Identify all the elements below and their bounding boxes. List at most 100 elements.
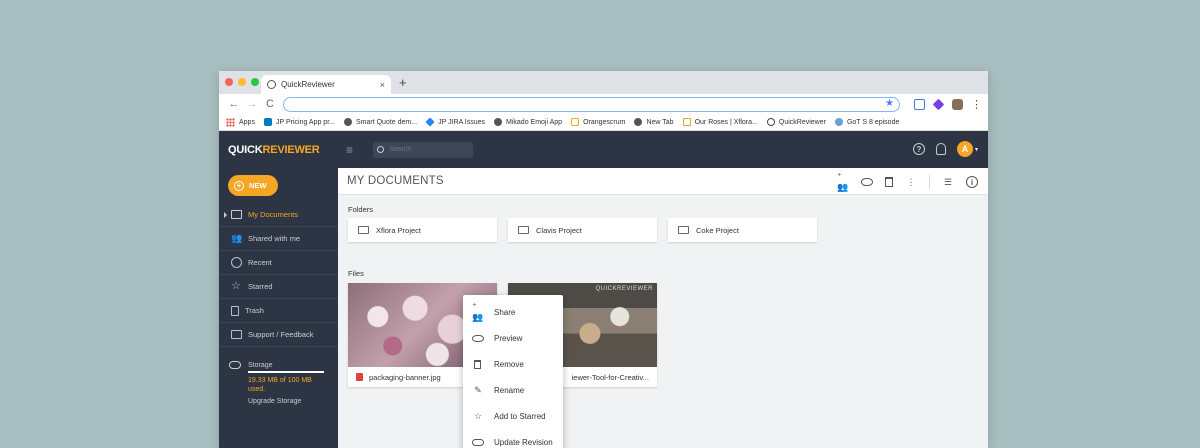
trash-icon[interactable] [885, 177, 893, 187]
user-menu-caret-icon[interactable]: ▾ [975, 146, 978, 153]
user-avatar[interactable]: A [956, 141, 973, 157]
more-vertical-icon[interactable]: ⋮ [905, 176, 917, 188]
folder-card[interactable]: Xflora Project [348, 218, 497, 242]
menu-toggle-icon[interactable]: ≡ [346, 143, 364, 157]
toolbar-actions: ⁺👥 ⋮ ☰ i [837, 171, 978, 192]
bookmark-star-icon[interactable]: ★ [885, 98, 894, 109]
search-input[interactable] [389, 146, 459, 153]
sidebar-item-trash[interactable]: Trash [219, 299, 338, 323]
sidebar-item-starred[interactable]: ☆ Starred [219, 275, 338, 299]
purple-extension-icon[interactable] [932, 98, 945, 110]
files-heading: Files [348, 269, 364, 278]
search-box[interactable] [373, 141, 473, 158]
menu-item-share[interactable]: ⁺👥 Share [463, 299, 563, 325]
browser-window: QuickReviewer × + ← → C ★ ⋮ Apps JP Pric… [219, 71, 988, 448]
browser-toolbar: ← → C ★ ⋮ [219, 94, 988, 114]
tab-strip: QuickReviewer × + [219, 71, 988, 94]
trash-icon [231, 305, 239, 316]
apps-grid-icon [226, 117, 235, 127]
globe-icon [343, 118, 352, 126]
upgrade-storage-link[interactable]: Upgrade Storage [248, 398, 329, 405]
bookmark-apps[interactable]: Apps [226, 117, 255, 127]
storage-panel: Storage 19.33 MB of 100 MB used. Upgrade… [229, 361, 329, 405]
star-icon: ☆ [231, 280, 241, 292]
share-people-icon: ⁺👥 [472, 301, 484, 322]
new-tab-button[interactable]: + [399, 75, 407, 90]
folder-icon [231, 210, 242, 219]
cloud-upload-icon [472, 438, 484, 446]
cast-extension-icon[interactable] [914, 98, 925, 110]
list-view-icon[interactable]: ☰ [942, 176, 954, 188]
folder-icon [518, 226, 529, 234]
mail-icon [231, 330, 242, 339]
page-title: MY DOCUMENTS [347, 175, 444, 187]
maximize-window-button[interactable] [251, 78, 259, 86]
clock-icon [231, 257, 242, 268]
active-indicator-icon [224, 212, 227, 218]
storage-used-text: 19.33 MB of 100 MB used. [248, 377, 312, 393]
folder-card[interactable]: Clavis Project [508, 218, 657, 242]
trash-icon [474, 359, 481, 369]
eye-icon [472, 334, 484, 342]
orangescrum-icon [571, 118, 580, 126]
file-context-menu: ⁺👥 Share Preview Remove ✎ Rename ☆ Add t… [463, 295, 563, 448]
folder-icon [678, 226, 689, 234]
browser-menu-icon[interactable]: ⋮ [971, 98, 982, 111]
bookmark-smart-quote[interactable]: Smart Quote dem... [343, 118, 417, 126]
tab-quickreviewer[interactable]: QuickReviewer × [261, 75, 391, 94]
menu-item-remove[interactable]: Remove [463, 351, 563, 377]
bookmark-our-roses[interactable]: Our Roses | Xflora... [682, 118, 758, 126]
sidebar-nav: My Documents 👥 Shared with me Recent ☆ S… [219, 203, 338, 347]
quickreviewer-logo[interactable]: QUICKREVIEWER [219, 144, 338, 156]
new-button[interactable]: + NEW [228, 175, 278, 196]
cloud-icon [229, 361, 241, 369]
menu-item-preview[interactable]: Preview [463, 325, 563, 351]
image-file-icon [356, 373, 363, 381]
close-window-button[interactable] [225, 78, 233, 86]
menu-item-rename[interactable]: ✎ Rename [463, 377, 563, 403]
bookmark-got[interactable]: GoT S 8 episode [834, 118, 899, 126]
forward-button[interactable]: → [243, 98, 261, 110]
sidebar-item-recent[interactable]: Recent [219, 251, 338, 275]
folder-icon [358, 226, 369, 234]
share-people-icon[interactable]: ⁺👥 [837, 171, 849, 192]
reload-button[interactable]: C [261, 98, 279, 110]
header-actions: ? A ▾ [912, 141, 978, 157]
main-content: MY DOCUMENTS ⁺👥 ⋮ ☰ i Folders Xflora Pro… [338, 168, 988, 448]
menu-item-add-to-starred[interactable]: ☆ Add to Starred [463, 403, 563, 429]
toolbar-divider [929, 175, 930, 189]
bookmark-new-tab[interactable]: New Tab [634, 118, 674, 126]
bookmark-quickreviewer[interactable]: QuickReviewer [766, 118, 826, 126]
bookmarks-bar: Apps JP Pricing App pr... Smart Quote de… [219, 114, 988, 131]
bookmark-jp-pricing[interactable]: JP Pricing App pr... [263, 118, 335, 126]
bookmark-mikado-emoji[interactable]: Mikado Emoji App [494, 118, 562, 126]
plus-circle-icon: + [234, 180, 244, 191]
storage-progress-bar [248, 371, 324, 373]
sidebar: + NEW My Documents 👥 Shared with me Rece… [219, 168, 338, 448]
bell-icon[interactable] [935, 143, 946, 155]
main-header: MY DOCUMENTS ⁺👥 ⋮ ☰ i [338, 168, 988, 195]
sidebar-item-shared-with-me[interactable]: 👥 Shared with me [219, 227, 338, 251]
profile-avatar[interactable] [952, 98, 963, 110]
globe-icon [634, 118, 643, 126]
back-button[interactable]: ← [225, 98, 243, 110]
bookmark-orangescrum[interactable]: Orangescrum [571, 118, 625, 126]
quickreviewer-icon [766, 118, 775, 126]
trello-icon [263, 118, 272, 126]
folder-card[interactable]: Coke Project [668, 218, 817, 242]
minimize-window-button[interactable] [238, 78, 246, 86]
help-icon[interactable]: ? [912, 143, 925, 155]
quickreviewer-app: QUICKREVIEWER ≡ ? A ▾ + NEW [219, 131, 988, 448]
bookmark-jp-jira[interactable]: JP JIRA Issues [425, 117, 485, 127]
window-controls [225, 78, 259, 86]
eye-icon[interactable] [861, 178, 873, 186]
info-icon[interactable]: i [966, 176, 978, 188]
tab-close-icon[interactable]: × [380, 80, 385, 90]
menu-item-update-revision[interactable]: Update Revision [463, 429, 563, 448]
sidebar-item-support-feedback[interactable]: Support / Feedback [219, 323, 338, 347]
jira-icon [425, 117, 435, 127]
folders-heading: Folders [348, 205, 374, 214]
roses-icon [682, 118, 691, 126]
sidebar-item-my-documents[interactable]: My Documents [219, 203, 338, 227]
address-bar[interactable]: ★ [283, 96, 900, 112]
